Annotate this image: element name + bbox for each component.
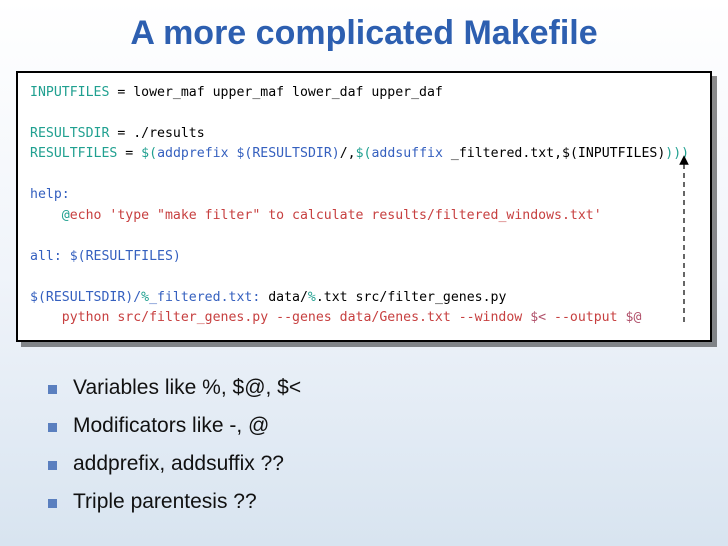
code-token: .txt src/filter_genes.py: [316, 290, 507, 305]
code-token: %: [308, 290, 316, 305]
code-token: $(RESULTFILES): [62, 249, 181, 264]
list-item: Triple parentesis ??: [48, 490, 728, 514]
code-token: _filtered.txt:: [149, 290, 260, 305]
bullet-icon: [48, 461, 57, 470]
code-token: $(: [356, 146, 372, 161]
code-token: RESULTSDIR: [30, 126, 109, 141]
list-item: Modificators like -, @: [48, 414, 728, 438]
code-token: %: [141, 290, 149, 305]
slide-title: A more complicated Makefile: [0, 0, 728, 71]
code-token: _filtered.txt,$(INPUTFILES): [443, 146, 665, 161]
code-token: python src/filter_genes.py --genes data/…: [30, 310, 530, 325]
code-token: $@: [626, 310, 642, 325]
code-token: --output: [546, 310, 625, 325]
list-item: addprefix, addsuffix ??: [48, 452, 728, 476]
bullet-icon: [48, 385, 57, 394]
code-token: = ./results: [109, 126, 204, 141]
bullet-text: addprefix, addsuffix ??: [73, 452, 284, 476]
code-token: $(RESULTSDIR)/: [30, 290, 141, 305]
code-token: echo 'type "make filter" to calculate re…: [70, 208, 602, 223]
code-token: addsuffix: [371, 146, 442, 161]
bullet-text: Variables like %, $@, $<: [73, 376, 301, 400]
code-token: addprefix: [157, 146, 228, 161]
code-token: $<: [530, 310, 546, 325]
bullet-icon: [48, 499, 57, 508]
code-token: = lower_maf upper_maf lower_daf upper_da…: [109, 85, 442, 100]
code-token: data/: [260, 290, 308, 305]
bullet-text: Modificators like -, @: [73, 414, 269, 438]
code-token: ))): [665, 146, 689, 161]
bullet-text: Triple parentesis ??: [73, 490, 257, 514]
code-token: $(: [141, 146, 157, 161]
code-token: $(RESULTSDIR): [236, 146, 339, 161]
code-token: all:: [30, 249, 62, 264]
code-token: =: [117, 146, 141, 161]
code-token: @: [30, 208, 70, 223]
code-token: RESULTFILES: [30, 146, 117, 161]
code-token: /,: [340, 146, 356, 161]
bullet-list: Variables like %, $@, $< Modificators li…: [48, 376, 728, 514]
makefile-code-box: INPUTFILES = lower_maf upper_maf lower_d…: [16, 71, 712, 342]
list-item: Variables like %, $@, $<: [48, 376, 728, 400]
bullet-icon: [48, 423, 57, 432]
code-token: INPUTFILES: [30, 85, 109, 100]
code-token: help:: [30, 187, 70, 202]
